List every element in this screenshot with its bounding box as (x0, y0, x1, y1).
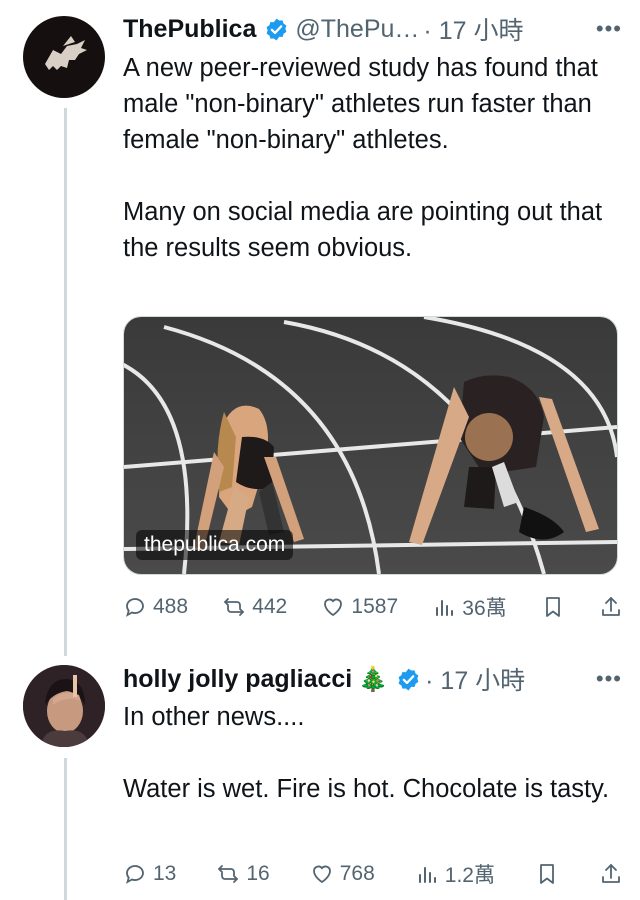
avatar[interactable] (23, 16, 105, 98)
like-icon (312, 865, 331, 884)
reply-count: 13 (153, 862, 177, 885)
views-count: 36萬 (462, 597, 507, 620)
repost-count: 442 (252, 595, 288, 618)
tweet-text: A new peer-reviewed study has found that… (123, 54, 603, 262)
handle[interactable]: @ThePu… (295, 15, 419, 44)
thread-line-2 (64, 758, 67, 900)
tweet-actions: 488 442 1587 36萬 (123, 589, 623, 625)
like-count: 1587 (351, 595, 399, 618)
like-button[interactable]: 1587 (321, 595, 398, 619)
bookmark-button[interactable] (535, 862, 559, 886)
like-button[interactable]: 768 (310, 862, 375, 886)
repost-button[interactable]: 442 (222, 595, 287, 619)
share-button[interactable] (599, 595, 623, 619)
tweet-header-2: holly jolly pagliacci 🎄 · 17 小時 ••• (123, 662, 622, 696)
share-button[interactable] (599, 862, 623, 886)
like-icon (324, 598, 343, 617)
timestamp[interactable]: · 17 小時 (423, 11, 523, 47)
bookmark-icon (545, 597, 560, 617)
tweet-actions-2: 13 16 768 1.2萬 (123, 856, 623, 892)
tree-emoji-icon: 🎄 (358, 665, 389, 693)
views-count: 1.2萬 (444, 864, 495, 887)
person-photo (23, 665, 105, 747)
griffin-logo-icon (45, 36, 87, 70)
thread-line (64, 108, 67, 656)
tweet-image[interactable]: thepublica.com (123, 316, 618, 575)
link-caption[interactable]: thepublica.com (136, 530, 294, 560)
timestamp-2[interactable]: · 17 小時 (425, 661, 525, 697)
views-icon (436, 600, 454, 616)
repost-button[interactable]: 16 (216, 862, 270, 886)
repost-icon (224, 598, 245, 616)
views-icon (418, 867, 436, 883)
share-icon (602, 597, 620, 616)
reply-button[interactable]: 488 (123, 595, 188, 619)
reply-count: 488 (153, 595, 189, 618)
tweet-header: ThePublica @ThePu… · 17 小時 ••• (123, 12, 622, 46)
reply-button[interactable]: 13 (123, 862, 176, 886)
avatar-2[interactable] (23, 665, 105, 747)
tweet-text-2: In other news.... Water is wet. Fire is … (123, 703, 610, 803)
repost-count: 16 (246, 862, 270, 885)
display-name-2[interactable]: holly jolly pagliacci (123, 665, 352, 694)
reply-icon (126, 598, 144, 617)
share-icon (602, 864, 620, 883)
reply-icon (126, 865, 144, 884)
more-icon[interactable]: ••• (596, 16, 622, 42)
bookmark-button[interactable] (541, 595, 565, 619)
views-button[interactable]: 36萬 (432, 592, 507, 622)
like-count: 768 (339, 862, 375, 885)
verified-badge-icon (264, 17, 289, 42)
repost-icon (218, 865, 239, 883)
verified-badge-icon (396, 667, 421, 692)
more-icon[interactable]: ••• (596, 666, 622, 692)
views-button[interactable]: 1.2萬 (415, 859, 495, 889)
display-name[interactable]: ThePublica (123, 15, 256, 44)
bookmark-icon (540, 864, 554, 884)
